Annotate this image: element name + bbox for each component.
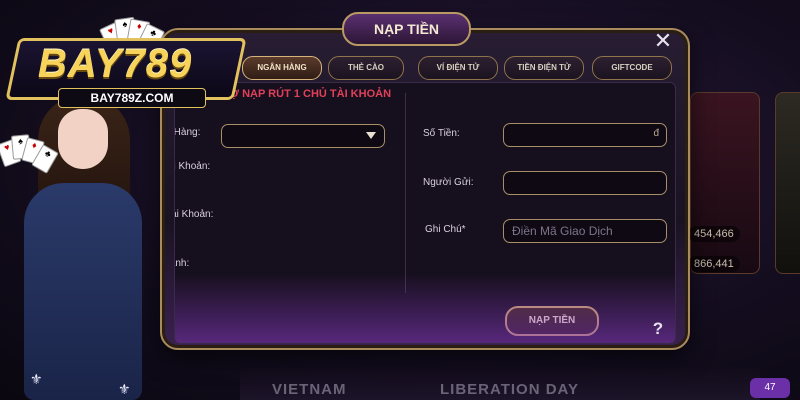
game-tile-dice[interactable] <box>690 92 760 274</box>
note-input[interactable]: Điền Mã Giao Dịch <box>503 219 667 243</box>
sender-label: Người Gửi: <box>423 177 474 188</box>
deposit-submit-button[interactable]: NẠP TIỀN <box>505 306 599 336</box>
account-name-label: Tài Khoản: <box>175 209 214 220</box>
amount-label: Số Tiền: <box>423 128 460 139</box>
jackpot-amount: 454,466 <box>688 226 740 242</box>
chevron-down-icon <box>366 132 376 139</box>
banner-word: LIBERATION DAY <box>440 381 580 398</box>
jackpot-amount: 866,441 <box>688 256 740 272</box>
notification-badge[interactable]: 47 <box>750 378 790 398</box>
bank-select[interactable] <box>221 124 385 148</box>
account-number-label: Số Tài Khoản: <box>175 161 211 172</box>
banner-word: VIETNAM <box>272 381 347 398</box>
close-icon[interactable]: ✕ <box>652 30 674 52</box>
game-tile-xt[interactable] <box>775 92 800 274</box>
marquee-notice: TRỢ NẠP RÚT 1 CHỦ TÀI KHOẢN <box>215 88 392 100</box>
sender-input[interactable] <box>503 171 667 195</box>
bank-label: Ngân Hàng: <box>174 127 201 138</box>
brand-logo: ♥ ♠ ♦ ♣ BAY789 BAY789Z.COM <box>5 16 247 108</box>
flower-icon: ⚜ <box>118 381 131 397</box>
amount-input[interactable]: đ <box>503 123 667 147</box>
tab-crypto[interactable]: TIỀN ĐIỆN TỬ <box>504 56 584 80</box>
column-divider <box>405 93 406 293</box>
logo-wordmark: BAY789 <box>38 42 193 86</box>
modal-title: NẠP TIỀN <box>342 12 471 46</box>
note-placeholder: Điền Mã Giao Dịch <box>512 224 613 238</box>
note-label: Ghi Chú* <box>425 224 466 235</box>
tab-bank[interactable]: NGÂN HÀNG <box>242 56 322 80</box>
form-panel: TRỢ NẠP RÚT 1 CHỦ TÀI KHOẢN Ngân Hàng: S… <box>174 82 676 344</box>
flower-icon: ⚜ <box>30 371 43 387</box>
branch-label: Nhánh: <box>175 258 190 269</box>
face <box>58 109 108 169</box>
currency-suffix: đ <box>653 128 659 139</box>
tab-card[interactable]: THẺ CÀO <box>328 56 404 80</box>
tab-giftcode[interactable]: GIFTCODE <box>592 56 672 80</box>
logo-domain: BAY789Z.COM <box>58 88 206 108</box>
deposit-modal: NẠP TIỀN ✕ NGÂN HÀNG THẺ CÀO VÍ ĐIỆN TỬ … <box>160 12 690 350</box>
help-icon[interactable]: ? <box>645 316 671 342</box>
hostess-illustration: ♥ ♠ ♦ ♣ ⚜ ⚜ <box>0 95 170 400</box>
dress <box>24 183 142 400</box>
tab-ewallet[interactable]: VÍ ĐIỆN TỬ <box>418 56 498 80</box>
